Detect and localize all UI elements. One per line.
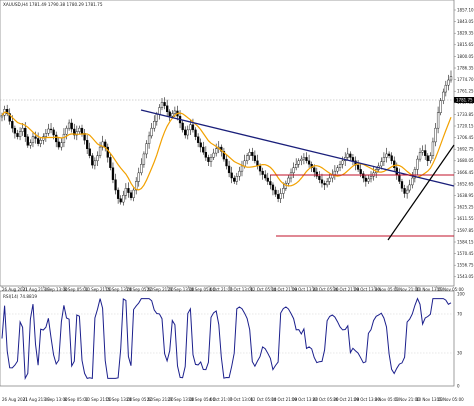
price-axis-label: 1720.15: [457, 123, 474, 128]
rsi-scale-label: 30: [457, 350, 463, 355]
price-axis-label: 1800.05: [457, 54, 474, 59]
candle: [439, 98, 442, 116]
price-axis-label: 1652.65: [457, 181, 474, 186]
price-axis-label: 1625.25: [457, 205, 474, 210]
price-axis-label: 1706.45: [457, 135, 474, 140]
price-axis-label: 1570.45: [457, 251, 474, 256]
price-axis-label: 1666.45: [457, 170, 474, 175]
price-axis-label: 1584.15: [457, 239, 474, 244]
rsi-header: RSI(14) 74.8819: [3, 294, 37, 299]
price-axis-label: 1843.05: [457, 19, 474, 24]
chart-canvas[interactable]: 1781.75 XAUUSD,H4 1781.49 1790.38 1780.2…: [0, 0, 474, 406]
price-axis-label: 1556.75: [457, 263, 474, 268]
price-axis-label: 1680.05: [457, 158, 474, 163]
rsi-scale-label: 70: [457, 311, 463, 316]
symbol-header: XAUUSD,H4 1781.49 1790.38 1780.29 1781.7…: [3, 2, 103, 7]
price-axis-label: 1733.85: [457, 112, 474, 117]
price-axis-label: 1611.55: [457, 216, 474, 221]
price-axis-label: 1815.65: [457, 42, 474, 47]
price-axis-label: 1829.35: [457, 31, 474, 36]
price-axis-label: 1543.05: [457, 274, 474, 279]
chart-window: 1781.75 XAUUSD,H4 1781.49 1790.38 1780.2…: [0, 0, 474, 406]
price-axis-label: 1692.75: [457, 147, 474, 152]
rsi-scale-label: 100: [457, 291, 465, 296]
price-axis-label: 1774.70: [457, 77, 474, 82]
time-axis-label-bottom: 15 Nov 05:00: [437, 397, 464, 402]
price-axis-label: 1597.85: [457, 228, 474, 233]
price-axis-label: 1747.55: [457, 100, 474, 105]
price-axis-label: 1638.95: [457, 193, 474, 198]
price-axis-label: 1857.10: [457, 7, 474, 12]
background: [0, 0, 474, 406]
price-axis-label: 1786.35: [457, 65, 474, 70]
price-axis-label: 1761.25: [457, 89, 474, 94]
